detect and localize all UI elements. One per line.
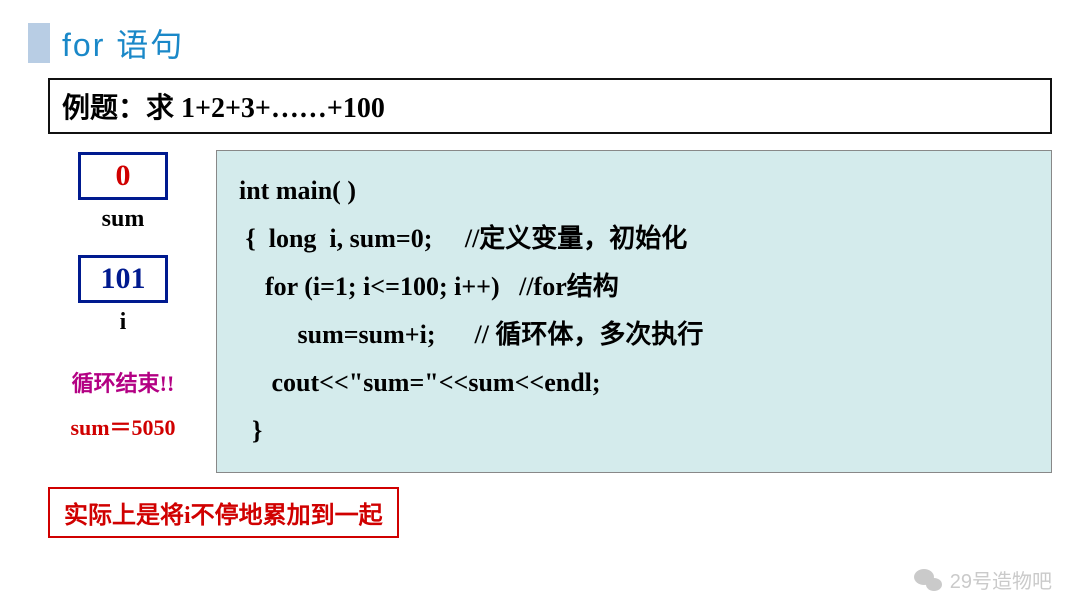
code-line-6: } [239, 416, 262, 445]
explanation-note: 实际上是将i不停地累加到一起 [48, 487, 399, 538]
sum-result-text: sum＝5050 [70, 410, 175, 442]
watermark: 29号造物吧 [914, 565, 1052, 594]
content-row: 0 sum 101 i 循环结束!! sum＝5050 int main( ) … [48, 150, 1052, 473]
loop-end-text: 循环结束!! [72, 366, 175, 398]
code-line-5: cout<<"sum="<<sum<<endl; [239, 368, 601, 397]
code-line-1: int main( ) [239, 176, 356, 205]
title-bar: for 语句 [28, 20, 1052, 66]
title-accent-decoration [28, 23, 50, 63]
sum-value-box: 0 [78, 152, 168, 200]
variable-trace-column: 0 sum 101 i 循环结束!! sum＝5050 [48, 150, 198, 473]
i-label: i [120, 309, 127, 336]
code-line-4: sum=sum+i; // 循环体，多次执行 [239, 320, 703, 349]
problem-statement: 例题：求 1+2+3+……+100 [48, 78, 1052, 134]
slide-container: for 语句 例题：求 1+2+3+……+100 0 sum 101 i 循环结… [0, 0, 1080, 608]
code-line-2: { long i, sum=0; //定义变量，初始化 [239, 224, 687, 253]
sum-label: sum [102, 206, 145, 233]
slide-title: for 语句 [62, 20, 184, 66]
code-line-3: for (i=1; i<=100; i++) //for结构 [239, 272, 619, 301]
watermark-text: 29号造物吧 [950, 565, 1052, 594]
i-value-box: 101 [78, 255, 168, 303]
code-block: int main( ) { long i, sum=0; //定义变量，初始化 … [216, 150, 1052, 473]
wechat-icon [914, 569, 942, 591]
